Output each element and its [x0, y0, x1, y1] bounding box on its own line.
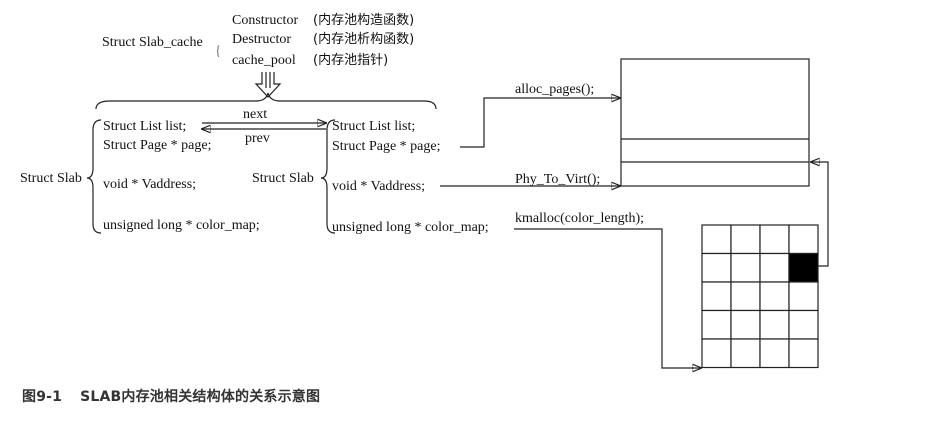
alloc-pages-arrow [460, 98, 620, 148]
bitmap-cell [759, 338, 790, 369]
bitmap-cell [788, 281, 819, 312]
slab-cache-field-destructor: Destructor (内存池析构函数) [232, 31, 414, 47]
bitmap-cell [730, 338, 761, 369]
bitmap-cell-filled [788, 252, 819, 283]
destructor-note: (内存池析构函数) [313, 31, 414, 47]
color-map-bitmap [701, 224, 819, 369]
bitmap-cell [701, 281, 732, 312]
cache-pool-name: cache_pool [232, 53, 296, 68]
bitmap-cell [701, 338, 732, 369]
bitmap-cell [788, 338, 819, 369]
bitmap-cell [701, 309, 732, 340]
constructor-name: Constructor [232, 13, 298, 28]
left-slab-field-color-map: unsigned long * color_map; [103, 218, 260, 233]
bitmap-cell [788, 224, 819, 255]
right-slab-field-page: Struct Page * page; [332, 139, 440, 154]
caption-title: SLAB内存池相关结构体的关系示意图 [80, 389, 321, 405]
right-slab-field-list: Struct List list; [332, 119, 415, 134]
bitmap-cell [730, 309, 761, 340]
bitmap-cell [730, 224, 761, 255]
figure-caption: 图9-1 SLAB内存池相关结构体的关系示意图 [22, 386, 320, 406]
right-slab-brace [320, 119, 336, 234]
bitmap-cell [759, 224, 790, 255]
page-box [620, 58, 810, 187]
left-slab-field-vaddress: void * Vaddress; [103, 177, 196, 192]
bitmap-cell [759, 309, 790, 340]
bitmap-cell [759, 281, 790, 312]
left-slab-field-page: Struct Page * page; [103, 138, 211, 153]
slab-cache-label: Struct Slab_cache [102, 35, 203, 50]
constructor-note: (内存池构造函数) [313, 12, 414, 28]
bitmap-cell [730, 281, 761, 312]
right-slab-label: Struct Slab [252, 171, 314, 186]
right-slab-field-vaddress: void * Vaddress; [332, 179, 425, 194]
destructor-name: Destructor [232, 32, 291, 47]
slab-diagram: Struct Slab_cache { Constructor (内存池构造函数… [20, 12, 829, 428]
bitmap-cell [788, 309, 819, 340]
next-label: next [243, 107, 267, 122]
right-slab-field-color-map: unsigned long * color_map; [332, 220, 489, 235]
alloc-pages-label: alloc_pages(); [515, 82, 594, 97]
kmalloc-arrow [514, 228, 701, 368]
caption-number: 图9-1 [22, 389, 63, 405]
hollow-down-arrow-inner [265, 72, 271, 88]
phy-to-virt-label: Phy_To_Virt(); [515, 172, 600, 187]
bitmap-cell [701, 252, 732, 283]
prev-label: prev [245, 131, 270, 146]
cache-pool-note: (内存池指针) [313, 52, 388, 68]
slab-cache-field-constructor: Constructor (内存池构造函数) [232, 12, 414, 28]
slab-cache-brace: { [216, 44, 220, 59]
bitmap-cell [759, 252, 790, 283]
left-slab-label: Struct Slab [20, 171, 82, 186]
left-slab-field-list: Struct List list; [103, 119, 186, 134]
kmalloc-label: kmalloc(color_length); [515, 211, 644, 226]
slab-cache-field-cache-pool: cache_pool (内存池指针) [232, 52, 388, 68]
left-slab-brace [86, 119, 102, 234]
bitmap-cell [701, 224, 732, 255]
bitmap-cell [730, 252, 761, 283]
